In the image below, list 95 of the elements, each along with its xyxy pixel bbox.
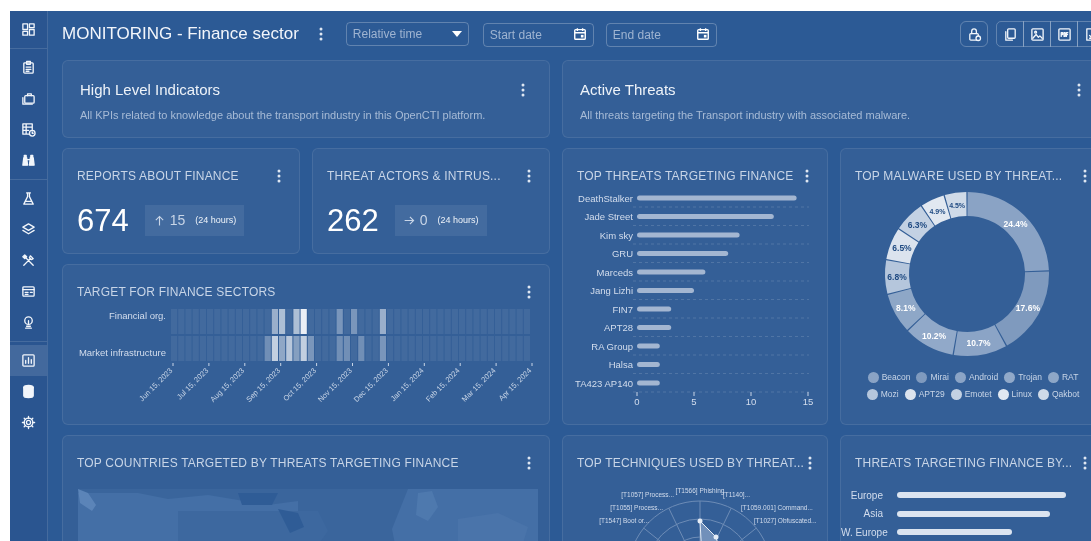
bar xyxy=(637,288,694,293)
axis-label: Kim sky xyxy=(599,229,633,241)
legend-item: Emotet xyxy=(950,387,992,401)
x-tick-label: 10 xyxy=(745,396,757,407)
dashboard-icon xyxy=(21,22,36,37)
relative-time-select[interactable]: Relative time xyxy=(345,22,469,46)
widget-title: High Level Indicators xyxy=(80,79,221,100)
axis-label: Jang Lizhi xyxy=(590,285,633,296)
x-tick: 0 xyxy=(634,391,640,407)
calendar-icon[interactable] xyxy=(572,27,587,41)
access-button[interactable] xyxy=(960,21,988,47)
slice-label: 10.7% xyxy=(966,338,991,349)
copy-button[interactable] xyxy=(996,21,1024,47)
count-value: 262 xyxy=(327,205,379,236)
axis-label: TA423 AP140 xyxy=(575,377,633,389)
axis-label: Europe xyxy=(849,488,884,503)
widget-title: REPORTS ABOUT FINANCE xyxy=(77,167,239,185)
lightbulb-icon xyxy=(21,315,36,330)
slice-label: 17.6% xyxy=(1015,303,1040,314)
bar xyxy=(637,269,706,275)
change-indicator: 15 (24 hours) xyxy=(144,205,245,236)
card-icon xyxy=(21,284,36,299)
axis-label: Jade Street xyxy=(584,211,633,222)
up-arrow-icon xyxy=(152,214,166,227)
widget-title: TARGET FOR FINANCE SECTORS xyxy=(77,283,276,301)
bar xyxy=(637,380,660,386)
widget-title: Active Threats xyxy=(580,79,676,100)
legend-item: APT29 xyxy=(904,387,945,401)
axis-label: GRU xyxy=(611,248,633,259)
slice-label: 6.5% xyxy=(892,243,912,254)
x-tick: 15 xyxy=(802,391,814,407)
slice-label: 24.4% xyxy=(1003,218,1028,229)
sidebar-item[interactable] xyxy=(10,345,47,376)
pdf-export-button[interactable] xyxy=(1050,21,1078,47)
row-label: Market infrastructure xyxy=(78,347,166,358)
widget-title: TOP COUNTRIES TARGETED BY THREATS TARGETING FINANCE xyxy=(77,454,459,472)
pdf-file-icon xyxy=(1056,26,1072,42)
widget-title: THREAT ACTORS & INTRUS... xyxy=(327,167,501,185)
layers-icon xyxy=(21,222,36,237)
slice-label: 6.3% xyxy=(907,219,928,230)
legend-item: Qakbot xyxy=(1037,387,1080,401)
axis-label: Asia xyxy=(862,507,884,522)
bar xyxy=(637,325,672,330)
bar xyxy=(637,362,660,367)
binoculars-icon xyxy=(21,153,36,168)
legend-item: RAT xyxy=(1048,371,1079,384)
flask-icon xyxy=(21,191,36,206)
calendar-icon[interactable] xyxy=(695,27,710,41)
clipboard-icon xyxy=(21,60,36,75)
padlock-icon xyxy=(966,26,982,42)
slice-label: 6.8% xyxy=(887,271,907,282)
axis-label: FIN7 xyxy=(612,303,633,315)
caret-icon xyxy=(451,31,462,37)
x-tick-label: 0 xyxy=(634,396,640,407)
axis-label: RA Group xyxy=(591,340,633,352)
change-indicator: 0 (24 hours) xyxy=(394,205,487,236)
legend-item: Linux xyxy=(997,387,1032,401)
x-tick: 10 xyxy=(745,391,757,407)
count-value: 674 xyxy=(77,205,129,236)
image-icon xyxy=(1029,26,1045,42)
x-tick-label: 5 xyxy=(691,396,697,407)
image-export-button[interactable] xyxy=(1023,21,1051,47)
legend-item: Beacon xyxy=(867,371,911,384)
legend-item: Mozi xyxy=(866,387,899,401)
widget-title: TOP TECHNIQUES USED BY THREAT... xyxy=(577,454,805,472)
slice-label: 8.1% xyxy=(896,302,916,313)
widget-description: All KPIs related to knowledge about the transport industry in this OpenCTI platform. xyxy=(79,108,487,123)
right-arrow-icon xyxy=(402,214,416,227)
tools-icon xyxy=(21,253,36,268)
briefcase-icon xyxy=(21,91,36,106)
legend-item: Mirai xyxy=(916,371,949,384)
legend-item: Trojan xyxy=(1004,371,1042,384)
gear-icon xyxy=(21,415,36,430)
widget-description: All threats targeting the Transport industry with associated malware. xyxy=(579,108,912,123)
axis-label: APT28 xyxy=(603,322,633,333)
axis-label: DeathStalker xyxy=(578,192,633,204)
widget-title: TOP THREATS TARGETING FINANCE xyxy=(577,167,794,185)
table-clock-icon xyxy=(21,122,36,137)
database-icon xyxy=(21,384,36,399)
axis-label: Marceds xyxy=(596,266,633,278)
dashboard-title: MONITORING - Finance sector xyxy=(62,23,299,46)
donut-slice xyxy=(908,314,957,355)
slice-label: 10.2% xyxy=(922,330,947,341)
bar xyxy=(637,306,672,312)
row-label: Financial org. xyxy=(108,310,166,321)
axis-label: W. Europe xyxy=(841,525,889,540)
bar-chart-icon xyxy=(21,353,36,368)
legend-item: Android xyxy=(954,371,999,384)
x-tick-label: 15 xyxy=(802,396,814,407)
widget-title: TOP MALWARE USED BY THREAT... xyxy=(855,167,1063,185)
bar xyxy=(637,343,660,349)
copy-icon xyxy=(1002,26,1018,42)
widget-title: THREATS TARGETING FINANCE BY... xyxy=(855,454,1073,472)
axis-label: Halsa xyxy=(608,359,633,370)
x-tick: 5 xyxy=(691,391,697,407)
